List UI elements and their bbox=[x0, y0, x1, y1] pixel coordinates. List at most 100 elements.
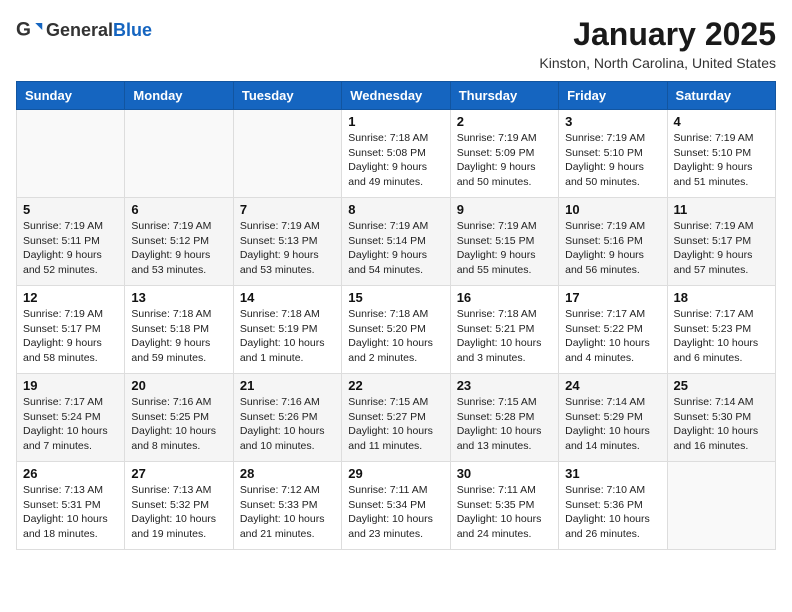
day-info-text: and 53 minutes. bbox=[131, 263, 226, 278]
day-number-27: 27 bbox=[131, 466, 226, 481]
day-info-text: and 49 minutes. bbox=[348, 175, 443, 190]
day-info-text: Sunrise: 7:19 AM bbox=[348, 219, 443, 234]
day-number-26: 26 bbox=[23, 466, 118, 481]
day-info-text: and 7 minutes. bbox=[23, 439, 118, 454]
weekday-header-friday: Friday bbox=[559, 82, 667, 110]
day-cell-20: 20Sunrise: 7:16 AMSunset: 5:25 PMDayligh… bbox=[125, 374, 233, 462]
day-info-text: Daylight: 9 hours bbox=[565, 160, 660, 175]
day-cell-3: 3Sunrise: 7:19 AMSunset: 5:10 PMDaylight… bbox=[559, 110, 667, 198]
day-cell-7: 7Sunrise: 7:19 AMSunset: 5:13 PMDaylight… bbox=[233, 198, 341, 286]
day-number-12: 12 bbox=[23, 290, 118, 305]
day-number-24: 24 bbox=[565, 378, 660, 393]
day-cell-18: 18Sunrise: 7:17 AMSunset: 5:23 PMDayligh… bbox=[667, 286, 775, 374]
day-info-text: Sunrise: 7:19 AM bbox=[457, 131, 552, 146]
day-cell-31: 31Sunrise: 7:10 AMSunset: 5:36 PMDayligh… bbox=[559, 462, 667, 550]
day-number-10: 10 bbox=[565, 202, 660, 217]
day-info-text: and 16 minutes. bbox=[674, 439, 769, 454]
day-number-18: 18 bbox=[674, 290, 769, 305]
day-info-text: Sunrise: 7:15 AM bbox=[457, 395, 552, 410]
weekday-header-tuesday: Tuesday bbox=[233, 82, 341, 110]
day-cell-30: 30Sunrise: 7:11 AMSunset: 5:35 PMDayligh… bbox=[450, 462, 558, 550]
day-info-text: Daylight: 10 hours bbox=[457, 424, 552, 439]
day-info-text: Daylight: 9 hours bbox=[565, 248, 660, 263]
day-info-text: Sunrise: 7:16 AM bbox=[240, 395, 335, 410]
day-info-text: Sunset: 5:35 PM bbox=[457, 498, 552, 513]
day-info-text: Sunrise: 7:14 AM bbox=[674, 395, 769, 410]
day-number-5: 5 bbox=[23, 202, 118, 217]
day-info-text: Sunset: 5:33 PM bbox=[240, 498, 335, 513]
logo-icon: G bbox=[16, 16, 44, 44]
day-info-text: and 18 minutes. bbox=[23, 527, 118, 542]
day-info-text: Sunrise: 7:18 AM bbox=[240, 307, 335, 322]
day-info-text: and 13 minutes. bbox=[457, 439, 552, 454]
weekday-header-wednesday: Wednesday bbox=[342, 82, 450, 110]
day-info-text: and 26 minutes. bbox=[565, 527, 660, 542]
day-cell-4: 4Sunrise: 7:19 AMSunset: 5:10 PMDaylight… bbox=[667, 110, 775, 198]
day-info-text: Sunrise: 7:11 AM bbox=[457, 483, 552, 498]
day-info-text: and 19 minutes. bbox=[131, 527, 226, 542]
day-info-text: and 54 minutes. bbox=[348, 263, 443, 278]
day-info-text: Sunset: 5:32 PM bbox=[131, 498, 226, 513]
day-number-17: 17 bbox=[565, 290, 660, 305]
weekday-header-sunday: Sunday bbox=[17, 82, 125, 110]
day-info-text: Daylight: 10 hours bbox=[348, 424, 443, 439]
day-info-text: Daylight: 9 hours bbox=[240, 248, 335, 263]
day-info-text: Sunset: 5:24 PM bbox=[23, 410, 118, 425]
day-info-text: and 1 minute. bbox=[240, 351, 335, 366]
day-number-22: 22 bbox=[348, 378, 443, 393]
day-info-text: Sunrise: 7:18 AM bbox=[131, 307, 226, 322]
day-number-28: 28 bbox=[240, 466, 335, 481]
day-cell-14: 14Sunrise: 7:18 AMSunset: 5:19 PMDayligh… bbox=[233, 286, 341, 374]
day-info-text: Daylight: 10 hours bbox=[23, 424, 118, 439]
day-cell-13: 13Sunrise: 7:18 AMSunset: 5:18 PMDayligh… bbox=[125, 286, 233, 374]
day-info-text: Sunset: 5:17 PM bbox=[674, 234, 769, 249]
day-info-text: Sunrise: 7:19 AM bbox=[674, 131, 769, 146]
day-number-16: 16 bbox=[457, 290, 552, 305]
week-row-1: 1 Sunrise: 7:18 AMSunset: 5:08 PM Daylight… bbox=[17, 110, 776, 198]
day-info-text: Sunset: 5:08 PM bbox=[348, 146, 443, 161]
day-info-text: Sunset: 5:34 PM bbox=[348, 498, 443, 513]
day-info-text: and 21 minutes. bbox=[240, 527, 335, 542]
day-cell-23: 23Sunrise: 7:15 AMSunset: 5:28 PMDayligh… bbox=[450, 374, 558, 462]
day-info-text: and 55 minutes. bbox=[457, 263, 552, 278]
day-info-text: Sunset: 5:26 PM bbox=[240, 410, 335, 425]
day-info-text: Daylight: 10 hours bbox=[23, 512, 118, 527]
day-info-text: Sunset: 5:25 PM bbox=[131, 410, 226, 425]
day-info-text: Daylight: 9 hours bbox=[457, 248, 552, 263]
weekday-header-row: SundayMondayTuesdayWednesdayThursdayFrid… bbox=[17, 82, 776, 110]
day-cell-6: 6Sunrise: 7:19 AMSunset: 5:12 PMDaylight… bbox=[125, 198, 233, 286]
day-info-text: Sunset: 5:09 PM bbox=[457, 146, 552, 161]
day-cell-25: 25Sunrise: 7:14 AMSunset: 5:30 PMDayligh… bbox=[667, 374, 775, 462]
day-info-text: Sunrise: 7:19 AM bbox=[565, 219, 660, 234]
day-number-4: 4 bbox=[674, 114, 769, 129]
day-info-text: Sunrise: 7:13 AM bbox=[23, 483, 118, 498]
day-info-text: Daylight: 9 hours bbox=[23, 336, 118, 351]
day-info-text: Daylight: 10 hours bbox=[240, 424, 335, 439]
day-cell-1: 1Sunrise: 7:18 AMSunset: 5:08 PMDaylight… bbox=[342, 110, 450, 198]
day-info-text: Sunset: 5:10 PM bbox=[674, 146, 769, 161]
day-number-9: 9 bbox=[457, 202, 552, 217]
day-info-text: and 50 minutes. bbox=[457, 175, 552, 190]
day-info-text: Sunrise: 7:17 AM bbox=[565, 307, 660, 322]
day-info-text: Sunrise: 7:18 AM bbox=[348, 131, 443, 146]
day-info-text: Daylight: 9 hours bbox=[674, 248, 769, 263]
day-number-13: 13 bbox=[131, 290, 226, 305]
day-number-6: 6 bbox=[131, 202, 226, 217]
day-info-text: Sunset: 5:23 PM bbox=[674, 322, 769, 337]
day-number-23: 23 bbox=[457, 378, 552, 393]
day-info-text: Sunrise: 7:12 AM bbox=[240, 483, 335, 498]
day-info-text: and 2 minutes. bbox=[348, 351, 443, 366]
empty-cell bbox=[17, 110, 125, 198]
day-number-30: 30 bbox=[457, 466, 552, 481]
day-info-text: Sunrise: 7:19 AM bbox=[23, 219, 118, 234]
day-number-1: 1 bbox=[348, 114, 443, 129]
day-info-text: Sunset: 5:18 PM bbox=[131, 322, 226, 337]
day-info-text: Daylight: 10 hours bbox=[348, 336, 443, 351]
weekday-header-monday: Monday bbox=[125, 82, 233, 110]
day-info-text: and 56 minutes. bbox=[565, 263, 660, 278]
weekday-header-saturday: Saturday bbox=[667, 82, 775, 110]
day-cell-12: 12Sunrise: 7:19 AMSunset: 5:17 PMDayligh… bbox=[17, 286, 125, 374]
day-info-text: Sunset: 5:21 PM bbox=[457, 322, 552, 337]
day-cell-8: 8Sunrise: 7:19 AMSunset: 5:14 PMDaylight… bbox=[342, 198, 450, 286]
day-info-text: Daylight: 10 hours bbox=[131, 424, 226, 439]
